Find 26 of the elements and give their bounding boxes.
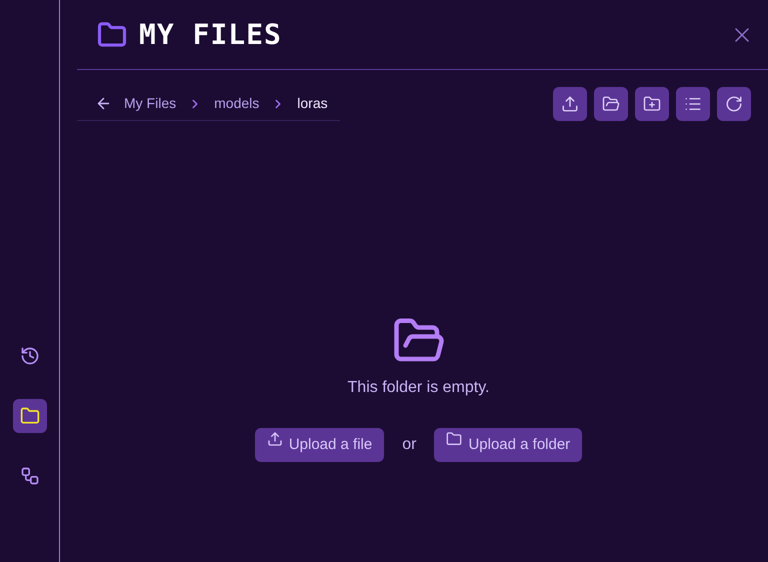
upload-button[interactable] [553,87,587,121]
upload-icon [266,431,283,447]
sidebar-item[interactable] [12,399,46,433]
back-icon [95,95,112,112]
folder-icon [446,431,462,447]
or-label: or [402,435,416,455]
refresh-icon [725,95,743,113]
tree-icon [20,466,40,486]
refresh-button[interactable] [717,87,751,121]
folder-plus-icon [643,95,661,113]
new-folder-button[interactable] [635,87,669,121]
clock-icon [20,346,40,366]
folder-icon [20,406,40,426]
list-icon [684,95,702,113]
upload-folder-button[interactable]: Upload a folder [434,428,582,462]
window-title: MY FILES [139,17,282,53]
breadcrumb-item[interactable]: models [214,93,260,114]
upload-icon [561,95,579,113]
upload-file-button[interactable]: Upload a file [254,428,384,462]
list-view-button[interactable] [676,87,710,121]
breadcrumb-item[interactable]: My Files [124,93,176,114]
folder-open-icon [602,95,620,113]
open-folder-button[interactable] [594,87,628,121]
back-button[interactable] [95,95,112,112]
breadcrumb-item[interactable]: loras [297,93,328,114]
empty-message: This folder is empty. [348,378,490,398]
